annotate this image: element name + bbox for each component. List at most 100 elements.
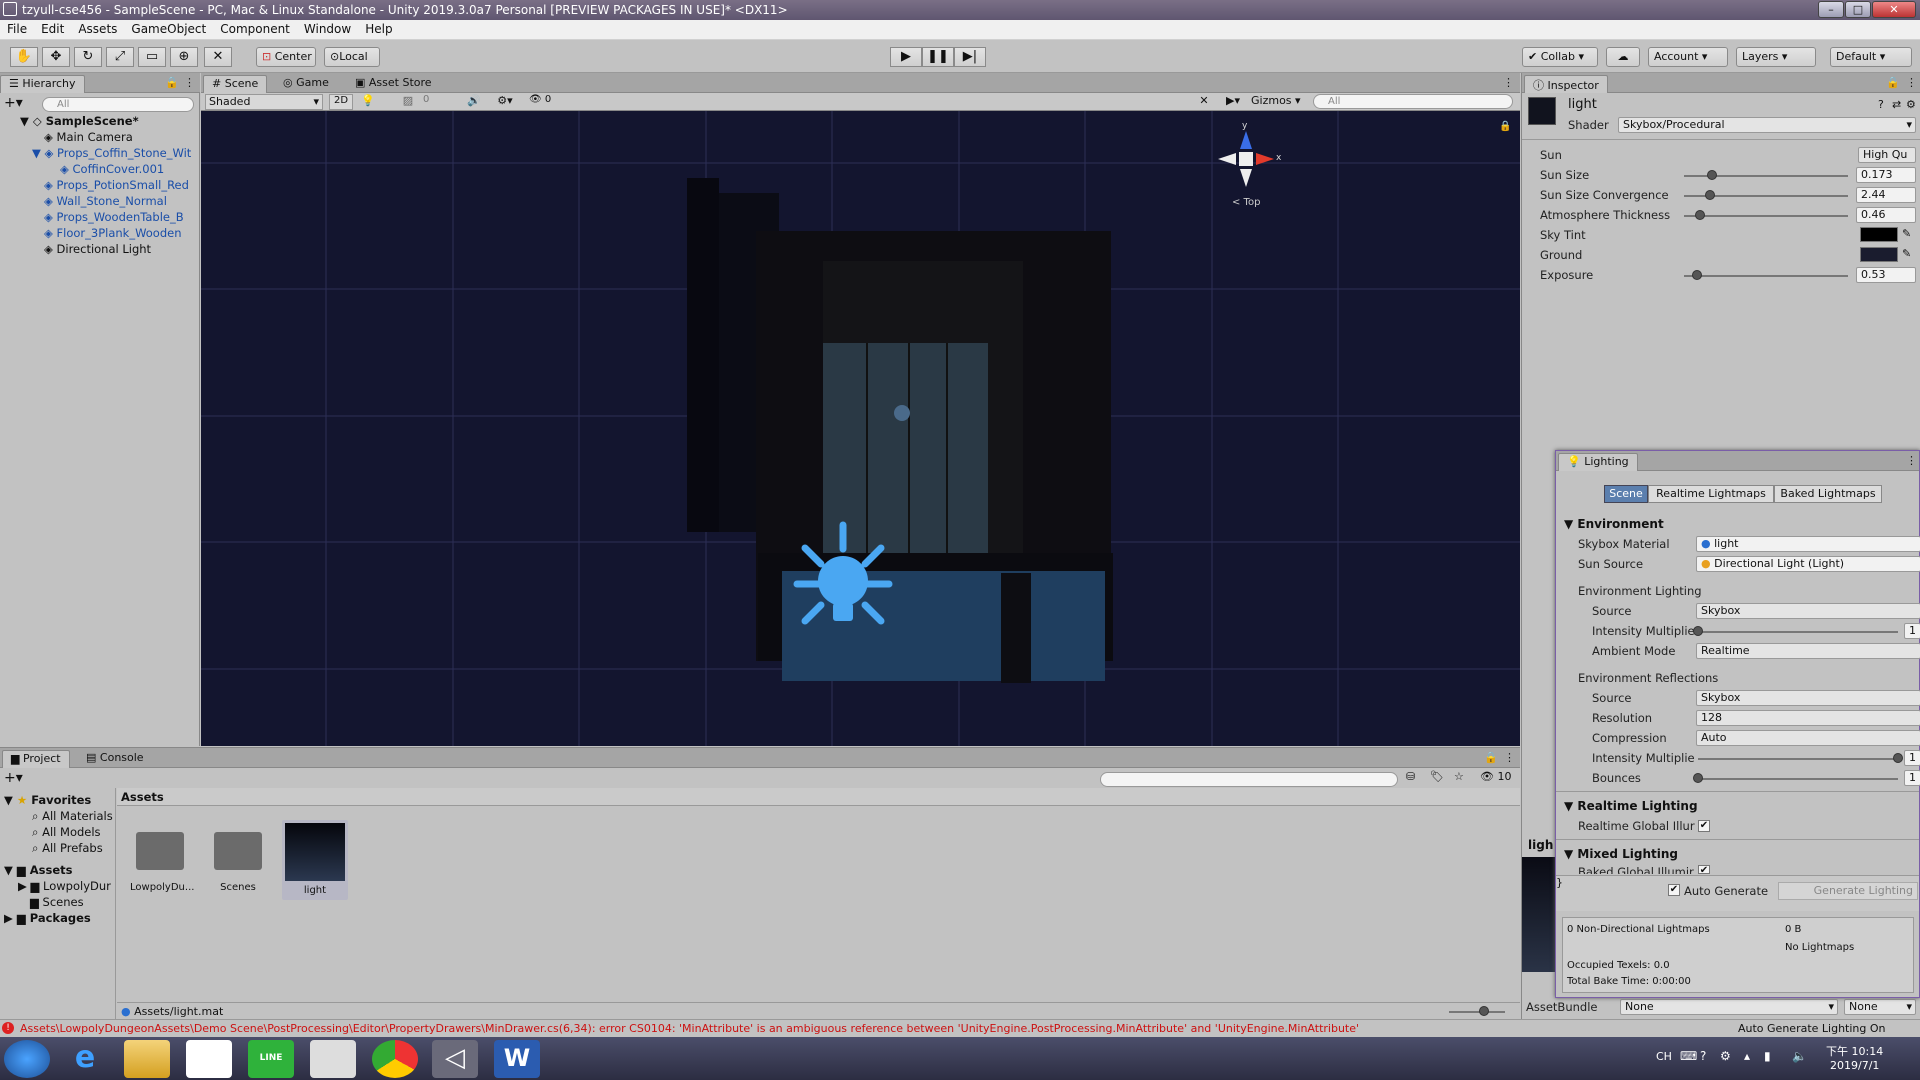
2d-toggle[interactable]: 2D <box>329 94 353 110</box>
clock-date[interactable]: 2019/7/1 <box>1830 1059 1879 1072</box>
tab-console[interactable]: ▤ Console <box>78 750 152 768</box>
list-item[interactable]: ◈ Floor_3Plank_Wooden <box>44 225 182 241</box>
menu-file[interactable]: File <box>0 20 34 36</box>
realtime-lighting-header[interactable]: ▼ Realtime Lighting <box>1564 799 1698 813</box>
lock-icon[interactable]: 🔒 <box>1484 751 1498 764</box>
asset-item-selected[interactable]: light <box>282 820 348 900</box>
project-search-input[interactable] <box>1100 772 1398 787</box>
atmosphere-thickness-field[interactable]: 0.46 <box>1856 207 1916 223</box>
skybox-material-field[interactable]: ● light <box>1696 536 1920 552</box>
compression-dropdown[interactable]: Auto <box>1696 730 1920 746</box>
env-intensity-slider[interactable] <box>1698 631 1898 633</box>
ref-intensity-field[interactable]: 1 <box>1904 750 1920 766</box>
eyedropper-icon[interactable]: ✎ <box>1902 227 1911 240</box>
ref-intensity-slider[interactable] <box>1698 758 1898 760</box>
chrome-icon[interactable] <box>372 1040 418 1078</box>
generate-lighting-button[interactable]: Generate Lighting <box>1778 882 1918 900</box>
language-indicator[interactable]: CH <box>1656 1050 1672 1063</box>
sky-tint-swatch[interactable] <box>1860 227 1898 242</box>
maximize-button[interactable]: □ <box>1845 1 1871 18</box>
network-icon[interactable]: ▮ <box>1764 1049 1771 1063</box>
help-icon[interactable]: ? <box>1700 1049 1706 1063</box>
filter-type-icon[interactable]: ⛁ <box>1406 770 1415 783</box>
lighting-tab-baked[interactable]: Baked Lightmaps <box>1774 485 1882 503</box>
account-dropdown[interactable]: Account ▾ <box>1648 47 1728 67</box>
favorites-item[interactable]: ▼ ★ Favorites <box>4 792 91 808</box>
close-button[interactable]: ✕ <box>1872 1 1916 18</box>
icon-size-knob[interactable] <box>1479 1006 1489 1016</box>
sun-size-convergence-knob[interactable] <box>1705 190 1716 200</box>
atmosphere-thickness-knob[interactable] <box>1695 210 1706 220</box>
sun-size-convergence-field[interactable]: 2.44 <box>1856 187 1916 203</box>
assetbundle-variant-dropdown[interactable]: None ▾ <box>1844 999 1916 1015</box>
layers-visibility-toggle[interactable]: 👁 0 <box>529 94 565 110</box>
apps-icon[interactable] <box>186 1040 232 1078</box>
tab-scene[interactable]: # Scene <box>203 75 268 93</box>
pivot-center-toggle[interactable]: ⊡ Center <box>256 47 316 67</box>
tab-lighting[interactable]: 💡 Lighting <box>1558 453 1638 471</box>
tab-hierarchy[interactable]: ☰ Hierarchy <box>0 75 85 93</box>
shading-mode-dropdown[interactable]: Shaded ▾ <box>205 94 323 110</box>
env-intensity-field[interactable]: 1 <box>1904 623 1920 639</box>
audio-toggle-icon[interactable]: 🔊 <box>463 94 485 110</box>
settings-icon[interactable]: ⚙ <box>1720 1049 1731 1063</box>
list-item[interactable]: ◈ CoffinCover.001 <box>60 161 164 177</box>
cloud-icon[interactable]: ☁ <box>1606 47 1640 67</box>
ref-source-dropdown[interactable]: Skybox <box>1696 690 1920 706</box>
tab-project[interactable]: ▆ Project <box>2 750 70 768</box>
play-button[interactable]: ▶ <box>890 47 922 67</box>
auto-generate-checkbox[interactable]: ✔ <box>1668 884 1680 896</box>
list-item[interactable]: ▼ ◈ Props_Coffin_Stone_Wit <box>32 145 191 161</box>
list-item[interactable]: ▆ Scenes <box>30 894 84 910</box>
collab-dropdown[interactable]: ✔ Collab ▾ <box>1522 47 1598 67</box>
icon-size-slider[interactable] <box>1449 1011 1505 1013</box>
assetbundle-dropdown[interactable]: None ▾ <box>1620 999 1838 1015</box>
sun-size-knob[interactable] <box>1706 170 1717 180</box>
panel-menu-icon[interactable]: ⋮ <box>184 76 195 89</box>
menu-gameobject[interactable]: GameObject <box>124 20 213 36</box>
assets-tree-item[interactable]: ▼ ▆ Assets <box>4 862 72 878</box>
shader-dropdown[interactable]: Skybox/Procedural ▾ <box>1618 117 1916 133</box>
list-item[interactable]: ◈ Main Camera <box>44 129 133 145</box>
list-item[interactable]: ⌕ All Materials <box>32 808 113 824</box>
favorite-star-icon[interactable]: ☆ <box>1454 770 1464 783</box>
line-icon[interactable]: LINE <box>248 1040 294 1078</box>
move-tool-icon[interactable]: ✥ <box>42 47 70 67</box>
pause-button[interactable]: ❚❚ <box>922 47 954 67</box>
realtime-gi-checkbox[interactable]: ✔ <box>1698 820 1710 832</box>
baked-gi-checkbox[interactable]: ✔ <box>1698 865 1710 874</box>
env-intensity-knob[interactable] <box>1693 626 1703 636</box>
list-item[interactable]: ◈ Wall_Stone_Normal <box>44 193 167 209</box>
gizmos-dropdown[interactable]: Gizmos ▾ <box>1251 94 1309 110</box>
environment-header[interactable]: ▼ Environment <box>1564 517 1664 531</box>
scene-search-input[interactable]: All <box>1313 94 1513 109</box>
custom-tool-icon[interactable]: ✕ <box>204 47 232 67</box>
menu-component[interactable]: Component <box>213 20 297 36</box>
word-icon[interactable]: W <box>494 1040 540 1078</box>
lighting-tab-realtime[interactable]: Realtime Lightmaps <box>1648 485 1774 503</box>
ref-intensity-knob[interactable] <box>1893 753 1903 763</box>
exposure-field[interactable]: 0.53 <box>1856 267 1916 283</box>
exposure-knob[interactable] <box>1692 270 1703 280</box>
list-item[interactable]: ⌕ All Models <box>32 824 101 840</box>
explorer-icon[interactable] <box>124 1040 170 1078</box>
unity-icon[interactable]: ◁ <box>432 1040 478 1078</box>
effects-dropdown-icon[interactable]: ⚙▾ <box>487 94 523 110</box>
scale-tool-icon[interactable]: ⤢ <box>106 47 134 67</box>
camera-dropdown-icon[interactable]: ▶▾ <box>1219 94 1247 110</box>
layout-dropdown[interactable]: Default ▾ <box>1830 47 1912 67</box>
bounces-slider[interactable] <box>1698 778 1898 780</box>
minimize-button[interactable]: – <box>1818 1 1844 18</box>
sun-size-field[interactable]: 0.173 <box>1856 167 1916 183</box>
bounces-knob[interactable] <box>1693 773 1703 783</box>
hierarchy-search-input[interactable]: All <box>42 97 194 112</box>
tab-asset-store[interactable]: ▣ Asset Store <box>347 75 440 93</box>
layers-dropdown[interactable]: Layers ▾ <box>1736 47 1816 67</box>
pivot-local-toggle[interactable]: ⊙Local <box>324 47 380 67</box>
ground-swatch[interactable] <box>1860 247 1898 262</box>
resolution-dropdown[interactable]: 128 <box>1696 710 1920 726</box>
filter-label-icon[interactable]: 🏷 <box>1430 770 1444 783</box>
sun-dropdown[interactable]: High Qu <box>1858 147 1916 163</box>
list-item[interactable]: ⌕ All Prefabs <box>32 840 103 856</box>
volume-icon[interactable]: 🔈 <box>1792 1049 1807 1063</box>
